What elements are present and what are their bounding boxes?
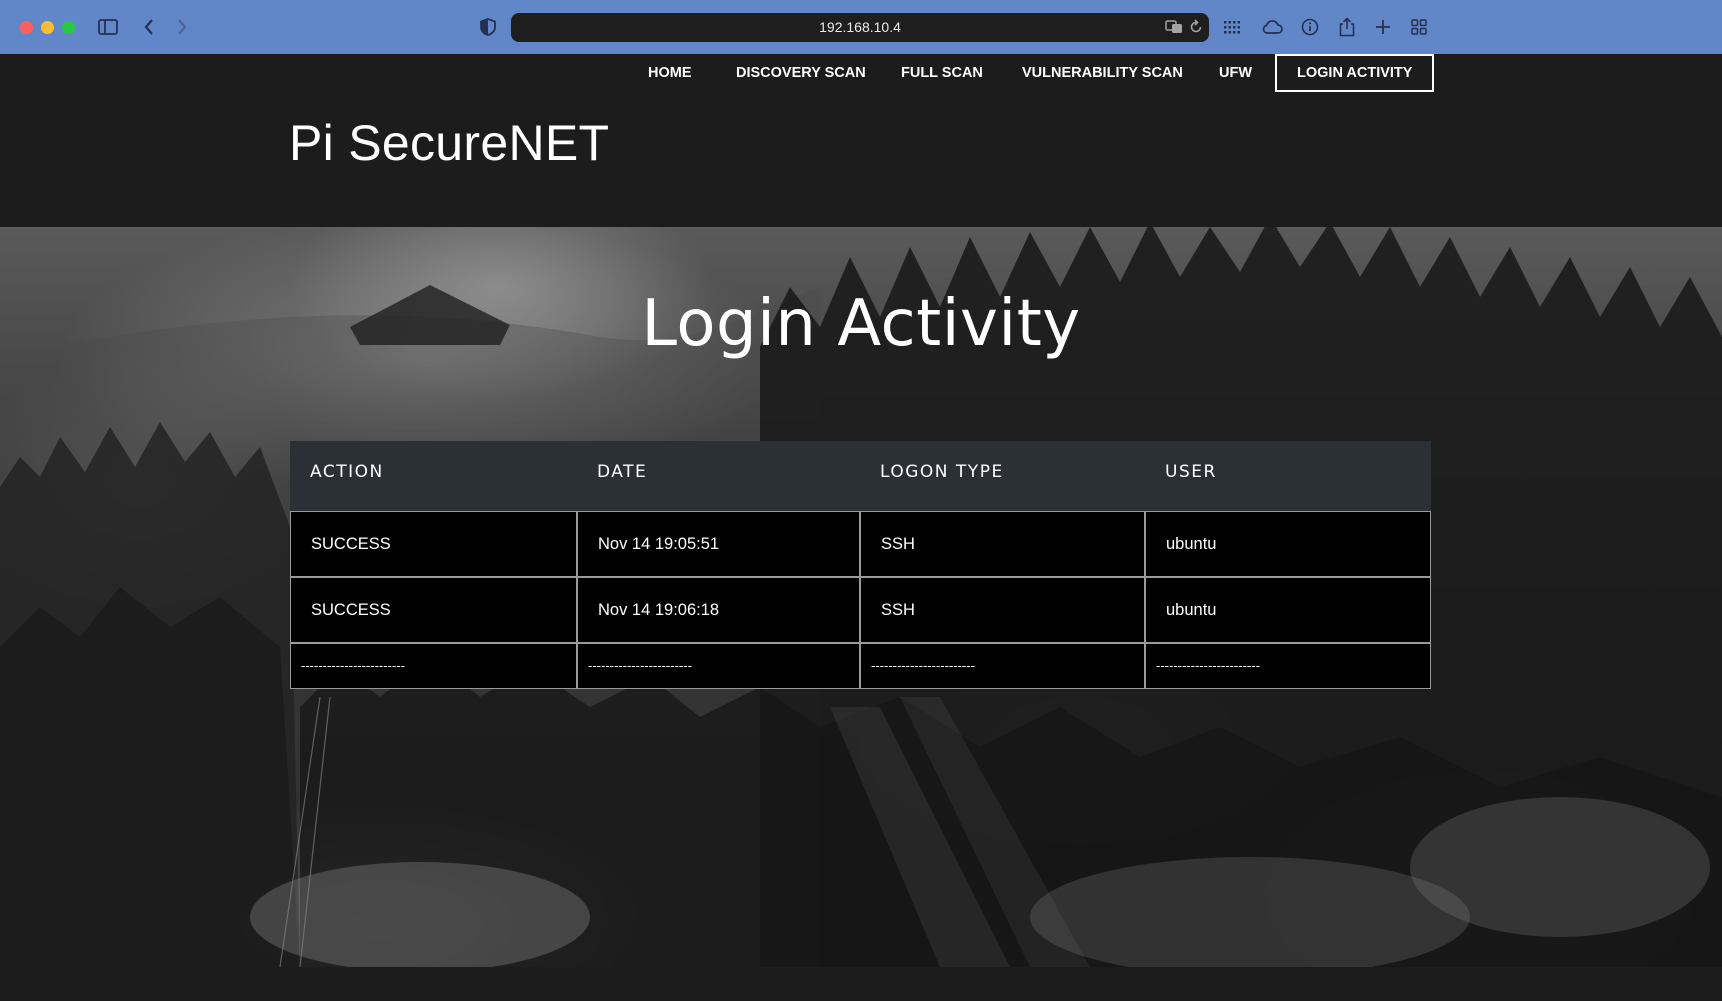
column-header-logon-type: LOGON TYPE bbox=[880, 462, 1004, 482]
table-cell-separator: ------------------------ bbox=[577, 643, 860, 689]
table-cell-action: SUCCESS bbox=[290, 577, 577, 643]
column-header-user: USER bbox=[1165, 462, 1217, 482]
nav-home[interactable]: HOME bbox=[648, 54, 692, 92]
site-logo[interactable]: Pi SecureNET bbox=[289, 114, 609, 172]
privacy-shield-icon[interactable] bbox=[478, 14, 498, 40]
minimize-window-button[interactable] bbox=[41, 21, 54, 34]
table-row: SUCCESS Nov 14 19:05:51 SSH ubuntu bbox=[290, 511, 1431, 577]
close-window-button[interactable] bbox=[20, 21, 33, 34]
back-icon[interactable] bbox=[140, 14, 158, 40]
table-cell-date: Nov 14 19:06:18 bbox=[577, 577, 860, 643]
table-cell-separator: ------------------------ bbox=[860, 643, 1145, 689]
zoom-window-button[interactable] bbox=[62, 21, 75, 34]
table-row-separator: ------------------------ ---------------… bbox=[290, 643, 1431, 689]
table-cell-user: ubuntu bbox=[1145, 577, 1431, 643]
browser-window: 192.168.10.4 Pi SecureNET HOME DISCOVERY… bbox=[0, 0, 1722, 1001]
forward-icon[interactable] bbox=[173, 14, 191, 40]
table-cell-logon-type: SSH bbox=[860, 511, 1145, 577]
table-cell-date: Nov 14 19:05:51 bbox=[577, 511, 860, 577]
nav-ufw[interactable]: UFW bbox=[1219, 54, 1252, 92]
translate-icon[interactable] bbox=[1165, 19, 1183, 38]
table-row: SUCCESS Nov 14 19:06:18 SSH ubuntu bbox=[290, 577, 1431, 643]
table-cell-action: SUCCESS bbox=[290, 511, 577, 577]
page-footer-strip bbox=[0, 967, 1722, 1001]
login-activity-table: ACTION DATE LOGON TYPE USER SUCCESS Nov … bbox=[290, 441, 1431, 689]
column-header-action: ACTION bbox=[310, 462, 384, 482]
extensions-grid-icon[interactable] bbox=[1222, 14, 1242, 40]
nav-full-scan[interactable]: FULL SCAN bbox=[901, 54, 983, 92]
share-icon[interactable] bbox=[1337, 14, 1357, 40]
table-cell-user: ubuntu bbox=[1145, 511, 1431, 577]
address-text[interactable]: 192.168.10.4 bbox=[511, 19, 1209, 35]
table-cell-separator: ------------------------ bbox=[1145, 643, 1431, 689]
nav-discovery-scan[interactable]: DISCOVERY SCAN bbox=[736, 54, 866, 92]
address-bar[interactable]: 192.168.10.4 bbox=[511, 13, 1209, 42]
info-icon[interactable] bbox=[1300, 14, 1320, 40]
site-header: Pi SecureNET HOME DISCOVERY SCAN FULL SC… bbox=[0, 54, 1722, 227]
window-controls bbox=[20, 21, 75, 34]
browser-toolbar: 192.168.10.4 bbox=[0, 0, 1722, 54]
reload-icon[interactable] bbox=[1189, 19, 1203, 38]
new-tab-icon[interactable] bbox=[1373, 14, 1393, 40]
column-header-date: DATE bbox=[597, 462, 648, 482]
sidebar-toggle-icon[interactable] bbox=[97, 14, 119, 40]
icloud-icon[interactable] bbox=[1260, 14, 1284, 40]
table-header-row: ACTION DATE LOGON TYPE USER bbox=[290, 441, 1431, 511]
nav-vulnerability-scan[interactable]: VULNERABILITY SCAN bbox=[1022, 54, 1183, 92]
nav-login-activity[interactable]: LOGIN ACTIVITY bbox=[1275, 54, 1435, 92]
table-cell-logon-type: SSH bbox=[860, 577, 1145, 643]
table-cell-separator: ------------------------ bbox=[290, 643, 577, 689]
page-title: Login Activity bbox=[641, 287, 1081, 361]
tab-overview-icon[interactable] bbox=[1409, 14, 1429, 40]
